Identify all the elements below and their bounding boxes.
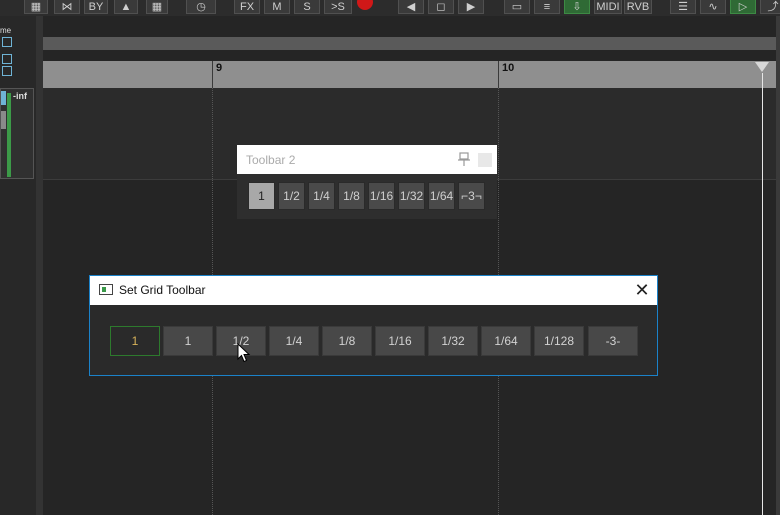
- record-arm-icon[interactable]: [357, 0, 373, 10]
- ruler-marker-9: 9: [216, 62, 223, 74]
- render-icon[interactable]: ⇩: [564, 0, 590, 14]
- set-grid-dialog: Set Grid Toolbar ✕ 1 1 1/2 1/4 1/8 1/16 …: [89, 275, 658, 376]
- tb2-grid-1[interactable]: 1: [248, 182, 275, 210]
- next-icon[interactable]: ▶: [458, 0, 484, 14]
- grid-button-1-16[interactable]: 1/16: [375, 326, 425, 356]
- panel-divider[interactable]: [36, 16, 43, 515]
- track-name-label: me: [0, 26, 12, 35]
- ruler-marker-10: 10: [502, 62, 515, 74]
- mixer-icon[interactable]: ≡: [534, 0, 560, 14]
- waveform-icon[interactable]: ∿: [700, 0, 726, 14]
- tb2-grid-1-16[interactable]: 1/16: [368, 182, 395, 210]
- tb2-grid-1-2[interactable]: 1/2: [278, 182, 305, 210]
- grid-button-1-128[interactable]: 1/128: [534, 326, 584, 356]
- grid-button-current[interactable]: 1: [110, 326, 160, 356]
- ruler-tick: [212, 61, 213, 88]
- toolbar2-close-button[interactable]: [478, 153, 492, 167]
- timeline-ruler[interactable]: 9 10: [43, 61, 780, 88]
- solo-button[interactable]: S: [294, 0, 320, 14]
- tb2-grid-1-32[interactable]: 1/32: [398, 182, 425, 210]
- ruler-tick: [498, 61, 499, 88]
- grid-button-1[interactable]: 1: [163, 326, 213, 356]
- list-icon[interactable]: ☰: [670, 0, 696, 14]
- play-circle-icon[interactable]: ▷: [730, 0, 756, 14]
- midi-button[interactable]: MIDI: [594, 0, 622, 14]
- main-toolbar: ▦ ⋈ BY ▲ ▦ ◷ FX M S >S ◀ ◻ ▶ ▭ ≡ ⇩ MIDI …: [0, 0, 780, 16]
- grid-button-1-64[interactable]: 1/64: [481, 326, 531, 356]
- loop-icon[interactable]: ◻: [428, 0, 454, 14]
- toolbar2-title: Toolbar 2: [246, 153, 296, 167]
- set-grid-title: Set Grid Toolbar: [119, 283, 206, 297]
- close-icon[interactable]: ✕: [631, 279, 653, 301]
- app-icon: [99, 284, 113, 295]
- set-grid-titlebar[interactable]: Set Grid Toolbar ✕: [90, 276, 657, 305]
- fx-slot-icon[interactable]: [1, 111, 6, 129]
- env-icon[interactable]: [2, 66, 12, 76]
- mouse-cursor-icon: [237, 343, 251, 363]
- metronome-icon[interactable]: ▲: [114, 0, 138, 14]
- rvb-button[interactable]: RVB: [624, 0, 652, 14]
- solo-defeat-button[interactable]: >S: [324, 0, 352, 14]
- mute-button[interactable]: M: [264, 0, 290, 14]
- grid-button-1-32[interactable]: 1/32: [428, 326, 478, 356]
- toolbar2-titlebar[interactable]: Toolbar 2: [237, 145, 497, 174]
- toolbar2-window: Toolbar 2 1 1/2 1/4 1/8 1/16 1/32 1/64 ⌐…: [237, 145, 497, 219]
- prev-icon[interactable]: ◀: [398, 0, 424, 14]
- volume-meter: [7, 93, 11, 177]
- fx-button[interactable]: FX: [234, 0, 260, 14]
- clock-icon[interactable]: ◷: [186, 0, 216, 14]
- routing-icon[interactable]: [2, 54, 12, 64]
- grid-icon[interactable]: ▦: [24, 0, 48, 14]
- tb2-grid-triplet[interactable]: ⌐3¬: [458, 182, 485, 210]
- io-icon[interactable]: [2, 37, 12, 47]
- window-icon[interactable]: ▭: [504, 0, 530, 14]
- tb2-grid-1-64[interactable]: 1/64: [428, 182, 455, 210]
- snap-icon[interactable]: ⋈: [54, 0, 80, 14]
- grid-button-1-8[interactable]: 1/8: [322, 326, 372, 356]
- envelope-icon[interactable]: ⤴: [760, 0, 780, 14]
- table-icon[interactable]: ▦: [146, 0, 168, 14]
- tb2-grid-1-8[interactable]: 1/8: [338, 182, 365, 210]
- playhead: [762, 73, 763, 515]
- vertical-scrollbar[interactable]: [776, 16, 780, 515]
- region-lane[interactable]: [43, 37, 780, 50]
- grid-button-1-4[interactable]: 1/4: [269, 326, 319, 356]
- tb2-grid-1-4[interactable]: 1/4: [308, 182, 335, 210]
- grid-button-triplet[interactable]: -3-: [588, 326, 638, 356]
- bypass-button[interactable]: BY: [84, 0, 108, 14]
- pin-icon[interactable]: [457, 152, 471, 166]
- playhead-marker-icon[interactable]: [755, 62, 769, 72]
- track-volume-readout: -inf: [13, 91, 27, 101]
- track-header[interactable]: -inf: [0, 88, 34, 179]
- record-monitor-icon[interactable]: [1, 91, 6, 105]
